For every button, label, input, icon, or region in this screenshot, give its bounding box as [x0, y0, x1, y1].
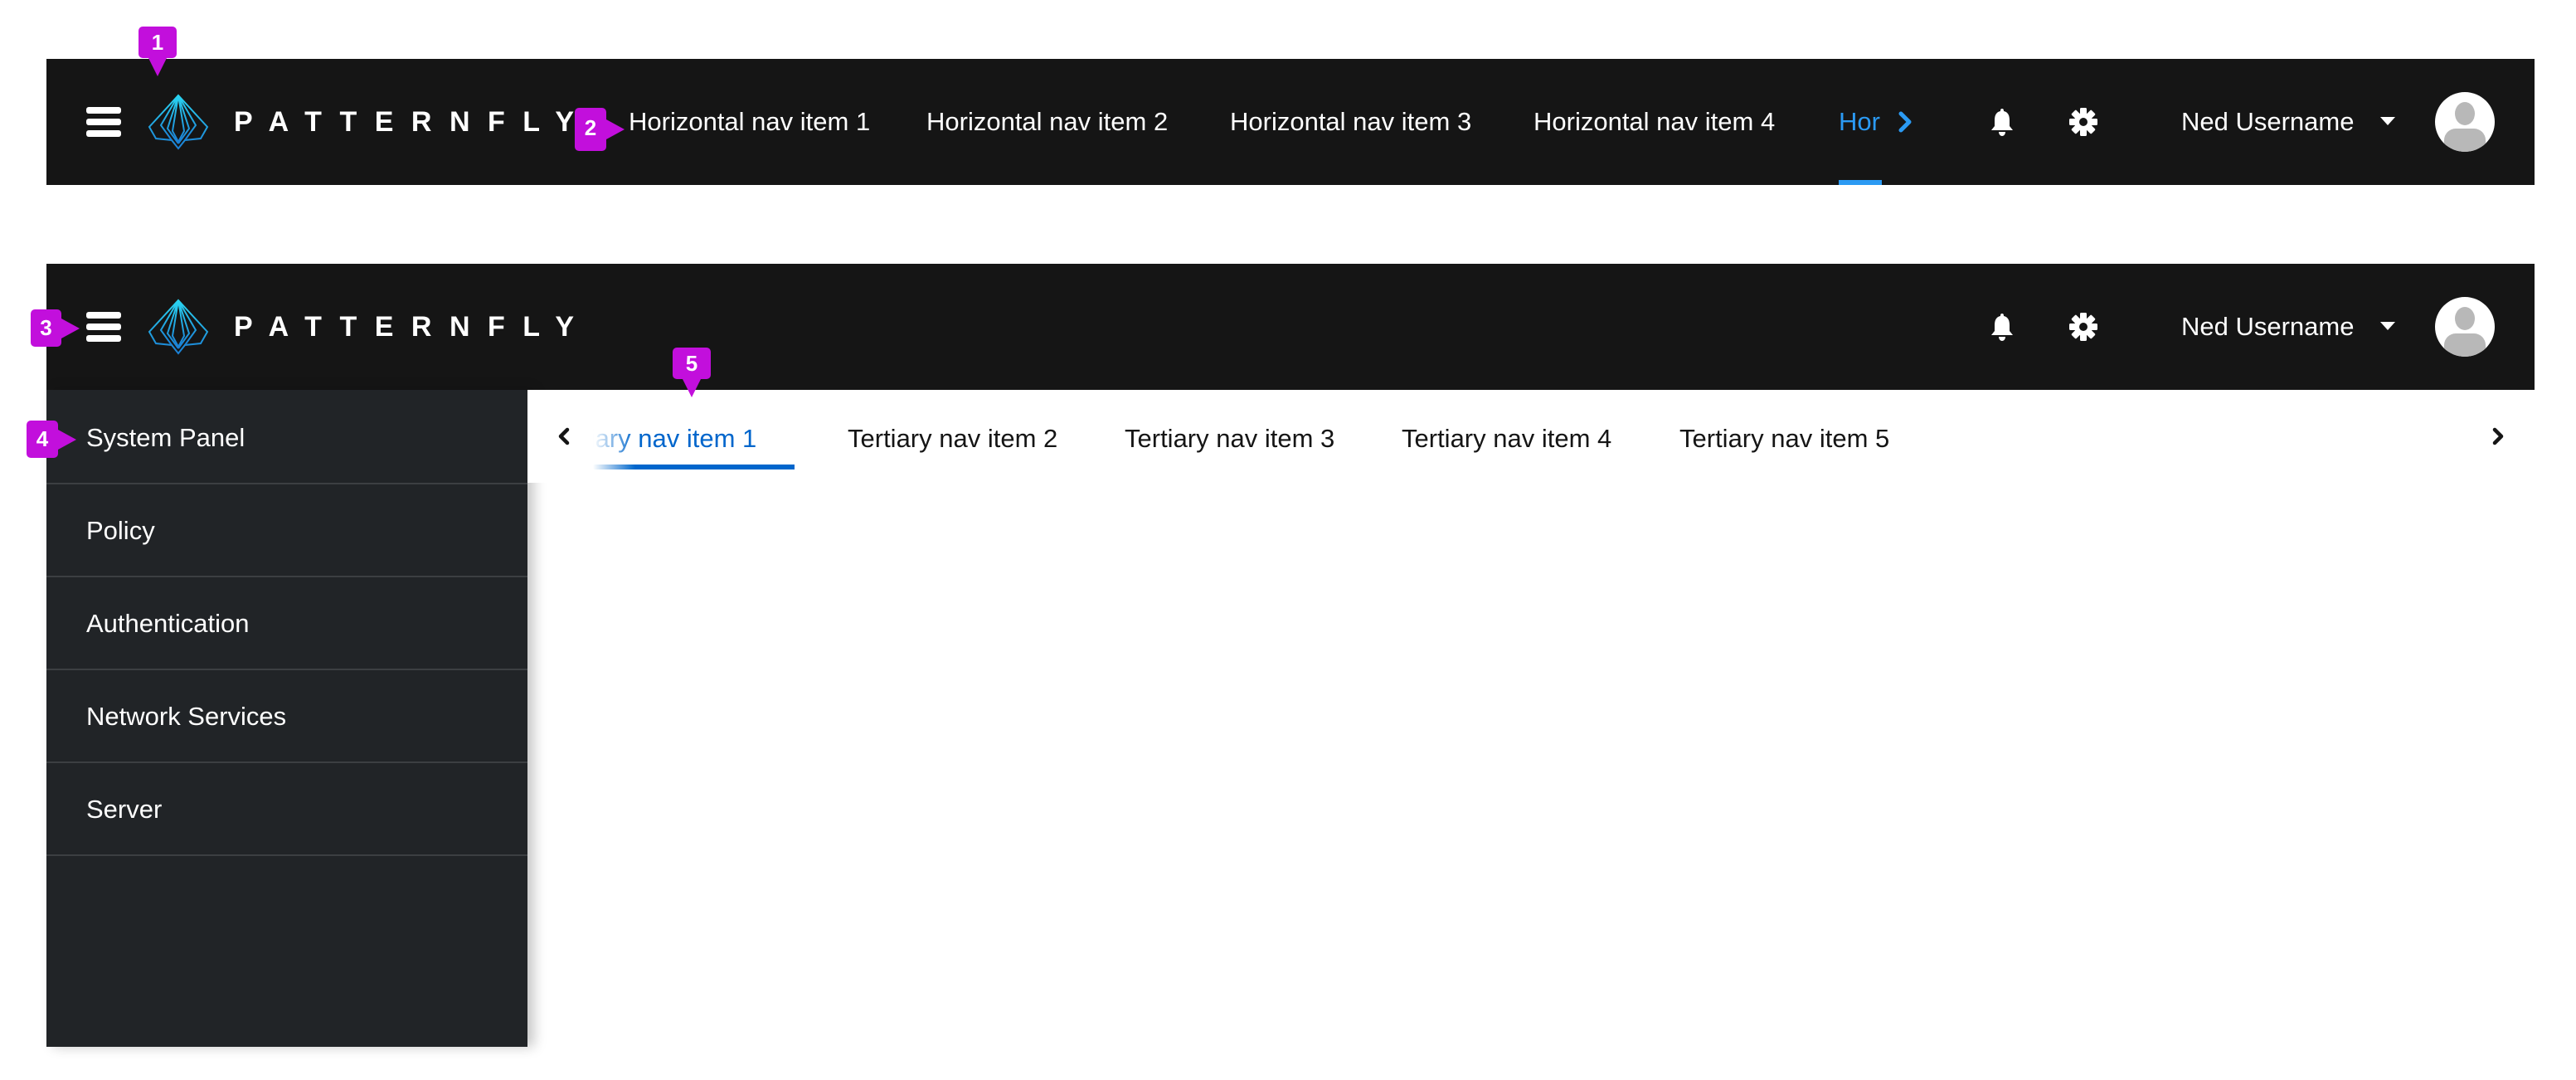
horizontal-nav-item-5[interactable]: Hor — [1839, 59, 1882, 185]
gear-icon[interactable] — [2068, 107, 2098, 137]
sidebar-item-label: Network Services — [86, 702, 287, 731]
tertiary-nav-item-3[interactable]: Tertiary nav item 3 — [1125, 390, 1334, 483]
gear-icon[interactable] — [2068, 312, 2098, 342]
horizontal-nav-item-4[interactable]: Horizontal nav item 4 — [1533, 59, 1775, 185]
tertiary-nav: Tertiary nav item 1 Tertiary nav item 2 … — [527, 390, 2535, 483]
sidebar-item-network-services[interactable]: Network Services — [46, 670, 527, 763]
chevron-right-icon[interactable] — [2481, 420, 2515, 453]
hamburger-icon[interactable] — [86, 312, 121, 342]
sidebar-item-label: Policy — [86, 516, 155, 545]
sidebar-item-system-panel[interactable]: System Panel — [46, 390, 527, 484]
bell-icon[interactable] — [1987, 312, 2017, 342]
masthead-vertical-nav: PATTERNFLY Ned Username — [46, 264, 2535, 390]
annotation-badge-2: 2 — [575, 108, 625, 151]
sidebar-item-label: Authentication — [86, 609, 250, 638]
scroll-fade — [586, 390, 635, 483]
brand-name: PATTERNFLY — [234, 311, 592, 343]
chevron-left-icon[interactable] — [547, 420, 581, 453]
tertiary-nav-list: Tertiary nav item 1 Tertiary nav item 2 … — [586, 390, 2476, 483]
annotation-badge-3: 3 — [31, 309, 80, 347]
caret-down-icon — [2380, 116, 2396, 125]
annotation-badge-1: 1 — [139, 27, 177, 76]
annotation-badge-5: 5 — [673, 348, 711, 397]
sidebar-item-server[interactable]: Server — [46, 763, 527, 856]
caret-down-icon — [2380, 321, 2396, 330]
chevron-right-icon[interactable] — [1888, 105, 1921, 139]
sidebar-item-label: System Panel — [86, 423, 245, 452]
user-name: Ned Username — [2181, 312, 2355, 341]
user-menu-toggle[interactable]: Ned Username — [2181, 59, 2396, 185]
horizontal-nav-item-2[interactable]: Horizontal nav item 2 — [926, 59, 1168, 185]
horizontal-nav: Horizontal nav item 1 Horizontal nav ite… — [629, 59, 1922, 185]
avatar[interactable] — [2435, 297, 2495, 357]
sidebar-item-label: Server — [86, 795, 163, 824]
annotation-badge-4: 4 — [27, 421, 76, 458]
tertiary-nav-item-2[interactable]: Tertiary nav item 2 — [848, 390, 1057, 483]
hamburger-icon[interactable] — [86, 107, 121, 137]
masthead-horizontal-nav: PATTERNFLY Horizontal nav item 1 Horizon… — [46, 59, 2535, 185]
patternfly-logo-icon[interactable] — [148, 94, 209, 150]
tertiary-nav-item-5[interactable]: Tertiary nav item 5 — [1679, 390, 1889, 483]
bell-icon[interactable] — [1987, 107, 2017, 137]
tertiary-nav-item-4[interactable]: Tertiary nav item 4 — [1402, 390, 1611, 483]
avatar[interactable] — [2435, 92, 2495, 152]
sidebar-item-authentication[interactable]: Authentication — [46, 577, 527, 670]
horizontal-nav-item-3[interactable]: Horizontal nav item 3 — [1230, 59, 1471, 185]
brand-name: PATTERNFLY — [234, 106, 592, 138]
horizontal-nav-item-1[interactable]: Horizontal nav item 1 — [629, 59, 870, 185]
user-menu-toggle[interactable]: Ned Username — [2181, 264, 2396, 390]
patternfly-logo-icon[interactable] — [148, 299, 209, 355]
user-name: Ned Username — [2181, 107, 2355, 136]
sidebar-item-policy[interactable]: Policy — [46, 484, 527, 577]
sidebar-nav: System Panel Policy Authentication Netwo… — [46, 390, 527, 1047]
